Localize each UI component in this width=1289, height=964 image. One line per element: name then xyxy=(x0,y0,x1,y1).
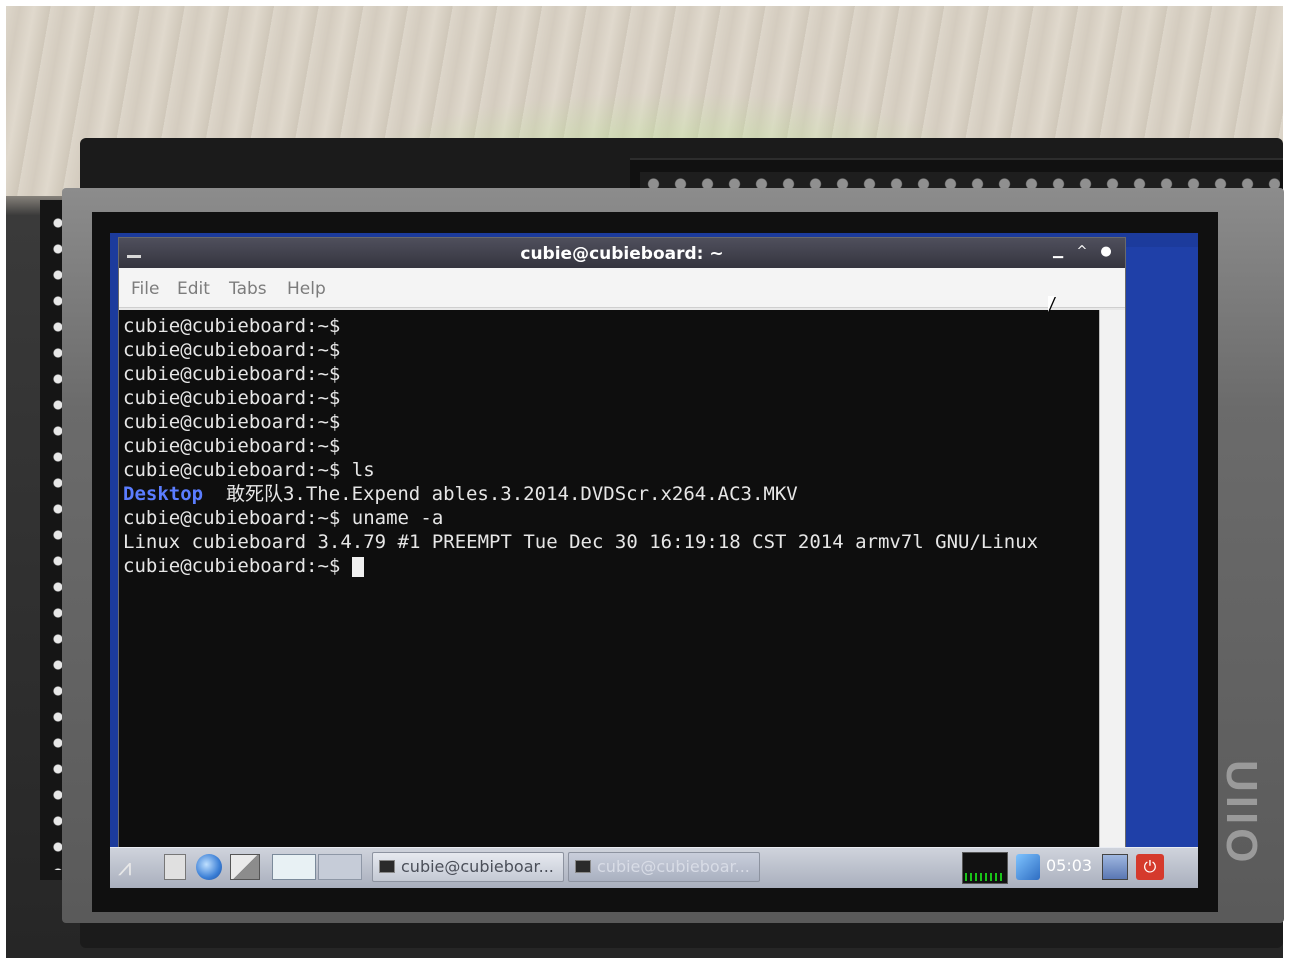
taskbar: ⩘ cubie@cubieboar... cubie@cubieboar... … xyxy=(110,847,1198,888)
terminal-icon xyxy=(379,860,395,873)
power-icon[interactable]: ⏻ xyxy=(1136,854,1164,880)
terminal-line: cubie@cubieboard:~$ xyxy=(123,411,341,433)
minimize-button[interactable]: ▁ xyxy=(1049,243,1067,261)
terminal-line: cubie@cubieboard:~$ ls xyxy=(123,459,375,481)
menu-tabs[interactable]: Tabs xyxy=(229,279,267,299)
terminal-icon xyxy=(575,860,591,873)
browser-globe-icon[interactable] xyxy=(196,854,222,880)
terminal-line: cubie@cubieboard:~$ xyxy=(123,339,341,361)
network-icon[interactable] xyxy=(1016,854,1040,880)
show-windows-icon[interactable] xyxy=(230,854,260,880)
terminal-line: cubie@cubieboard:~$ xyxy=(123,435,341,457)
text-cursor xyxy=(351,556,364,577)
task-label: cubie@cubieboar... xyxy=(597,857,750,876)
file-manager-icon[interactable] xyxy=(164,854,186,880)
menu-bar: File Edit Tabs Help xyxy=(119,268,1125,308)
board-silkscreen: UIIO xyxy=(1217,760,1266,867)
prompt: cubie@cubieboard:~$ xyxy=(123,555,352,577)
title-bar[interactable]: cubie@cubieboard: ~ ▁ ^ ● xyxy=(119,238,1125,268)
menu-help[interactable]: Help xyxy=(287,279,326,299)
terminal-output[interactable]: cubie@cubieboard:~$ cubie@cubieboard:~$ … xyxy=(119,310,1099,850)
window-title: cubie@cubieboard: ~ xyxy=(520,244,724,264)
display-icon[interactable] xyxy=(1102,854,1128,880)
workspace-1[interactable] xyxy=(272,854,316,880)
desktop: cubie@cubieboard: ~ ▁ ^ ● File Edit Tabs… xyxy=(110,233,1198,888)
ls-output-line: Desktop 敢死队3.The.Expend ables.3.2014.DVD… xyxy=(123,482,1099,506)
taskbar-task[interactable]: cubie@cubieboar... xyxy=(568,852,760,882)
terminal-window: cubie@cubieboard: ~ ▁ ^ ● File Edit Tabs… xyxy=(118,237,1126,850)
taskbar-task[interactable]: cubie@cubieboar... xyxy=(372,852,564,882)
directory-entry: Desktop xyxy=(123,483,204,505)
file-entry: 敢死队3.The.Expend ables.3.2014.DVDScr.x264… xyxy=(225,483,798,505)
uname-output: Linux cubieboard 3.4.79 #1 PREEMPT Tue D… xyxy=(123,531,1039,553)
prompt-line: cubie@cubieboard:~$ xyxy=(123,554,1099,578)
terminal-line: cubie@cubieboard:~$ uname -a xyxy=(123,507,444,529)
terminal-line: cubie@cubieboard:~$ xyxy=(123,363,341,385)
maximize-button[interactable]: ^ xyxy=(1073,243,1091,261)
menu-file[interactable]: File xyxy=(131,279,159,299)
terminal-scrollbar[interactable] xyxy=(1099,310,1125,850)
workspace-2[interactable] xyxy=(318,854,362,880)
clock[interactable]: 05:03 xyxy=(1046,856,1092,875)
menu-edit[interactable]: Edit xyxy=(177,279,210,299)
start-menu-icon[interactable]: ⩘ xyxy=(118,854,158,880)
mouse-pointer-icon xyxy=(1048,296,1055,312)
cpu-monitor[interactable] xyxy=(962,852,1008,884)
close-button[interactable]: ● xyxy=(1097,243,1115,261)
task-label: cubie@cubieboar... xyxy=(401,857,554,876)
desktop-background xyxy=(1126,247,1198,847)
terminal-line: cubie@cubieboard:~$ xyxy=(123,315,341,337)
terminal-line: cubie@cubieboard:~$ xyxy=(123,387,341,409)
